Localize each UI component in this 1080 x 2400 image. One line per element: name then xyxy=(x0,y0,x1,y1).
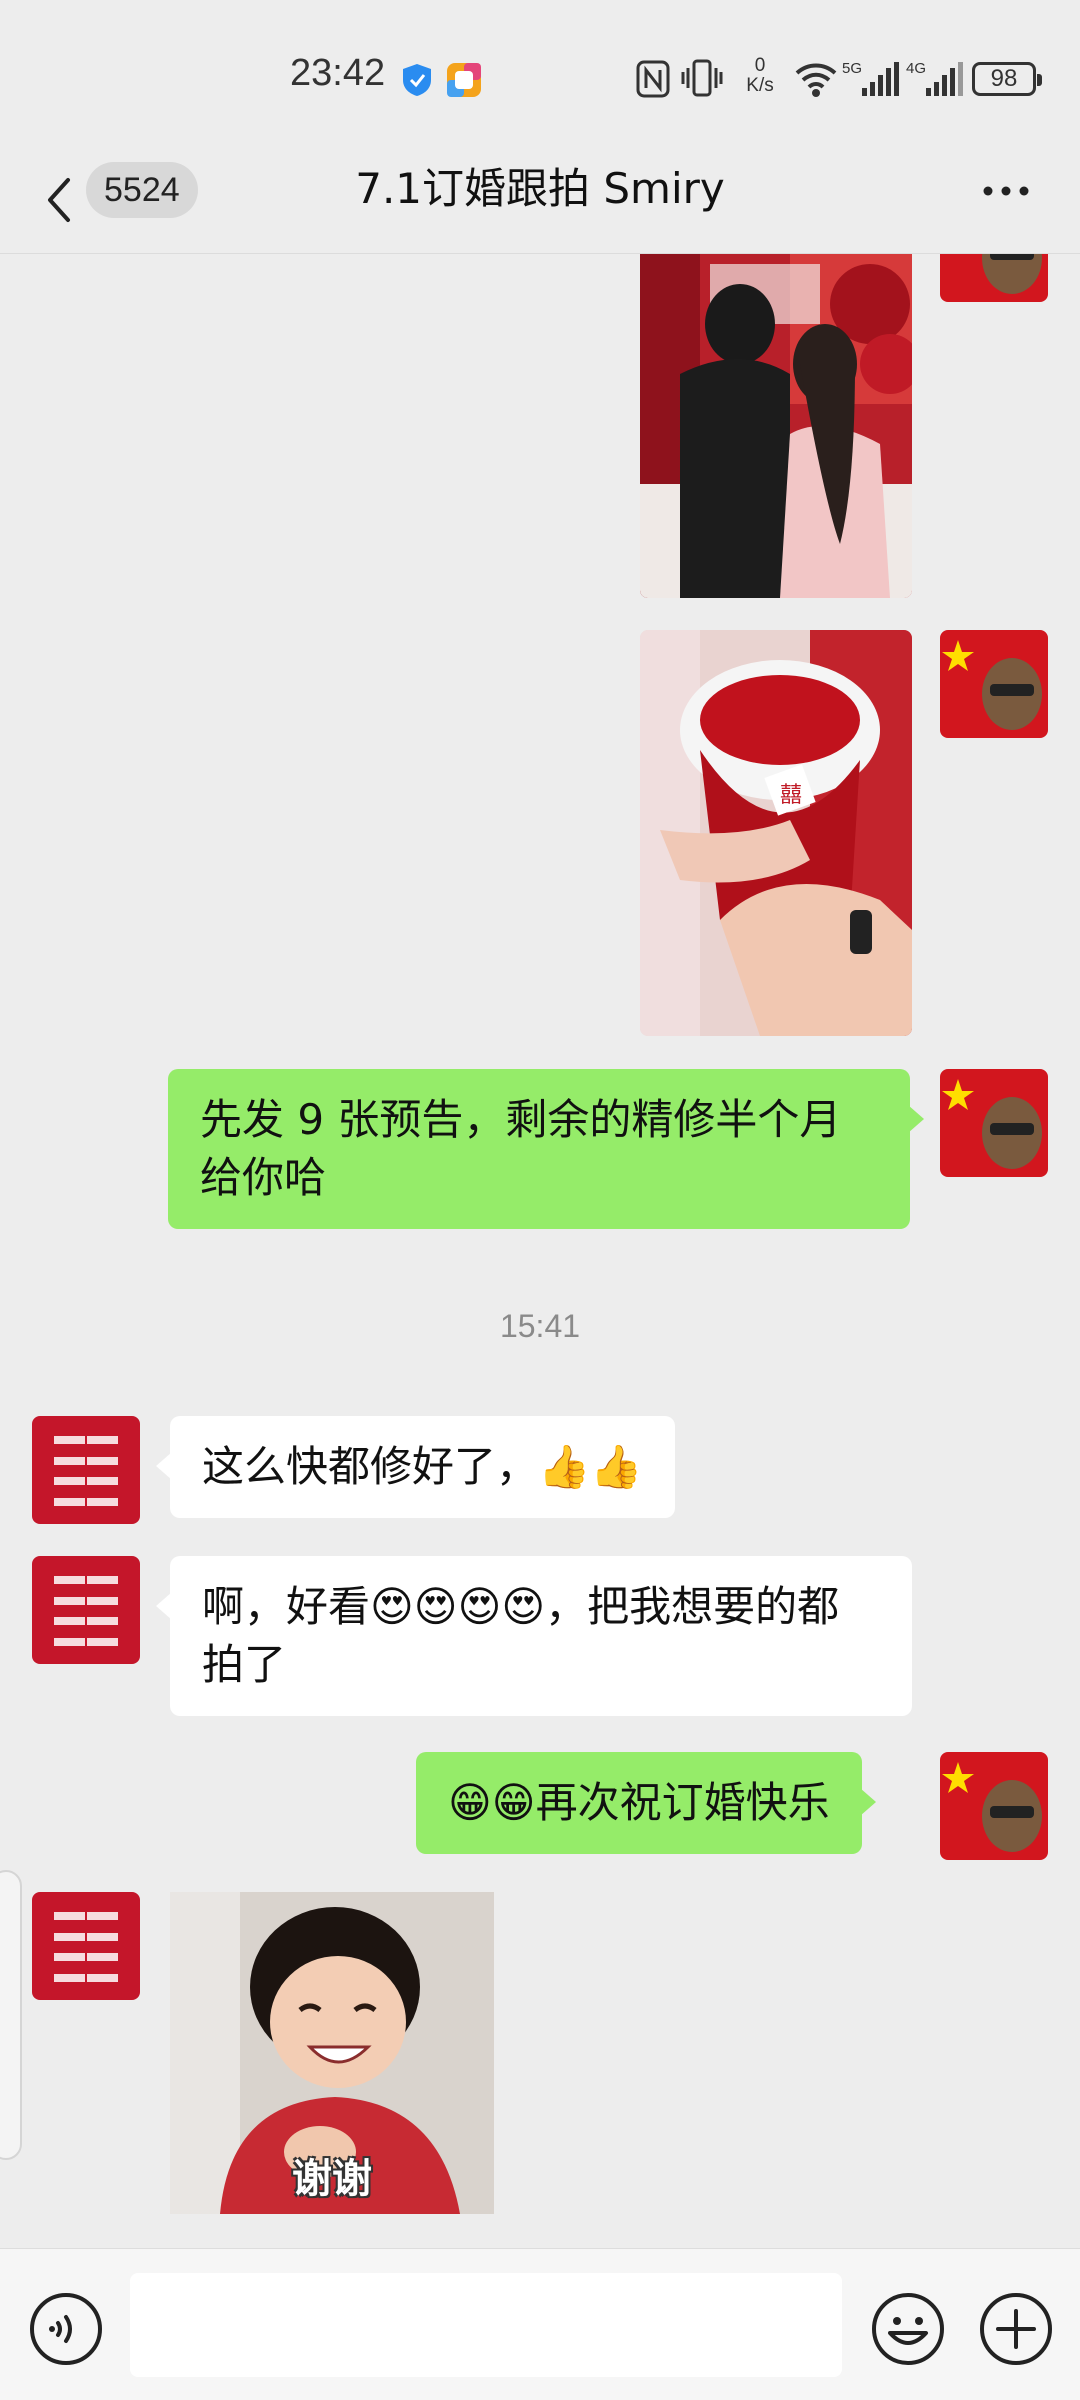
my-message-bubble[interactable]: 😁😁再次祝订婚快乐 xyxy=(416,1752,876,1854)
sticker-thanks[interactable]: 谢谢 xyxy=(170,1892,494,2214)
contact-message-bubble[interactable]: 这么快都修好了，👍👍 xyxy=(156,1416,675,1518)
bouquet-photo-image: 囍 xyxy=(640,630,912,1036)
more-options-icon[interactable] xyxy=(976,166,1036,216)
my-avatar[interactable] xyxy=(940,254,1048,302)
battery-indicator: 98 xyxy=(972,62,1042,96)
contact-avatar[interactable] xyxy=(32,1556,140,1664)
voice-input-icon[interactable] xyxy=(28,2291,104,2367)
emoji-icon[interactable] xyxy=(870,2291,946,2367)
sim2-network-label: 4G xyxy=(906,60,927,77)
message-text: 啊，好看😍😍😍😍，把我想要的都拍了 xyxy=(202,1582,840,1689)
chat-title: 7.1订婚跟拍 Smiry xyxy=(355,164,725,213)
vibrate-icon xyxy=(681,59,723,97)
status-bar: 23:42 0 K/s 5G 4G 98 xyxy=(0,0,1080,150)
network-speed: 0 K/s xyxy=(746,55,774,96)
more-functions-plus-icon[interactable] xyxy=(978,2291,1054,2367)
my-message-bubble[interactable]: 先发 9 张预告，剩余的精修半个月给你哈 xyxy=(168,1069,924,1229)
message-timestamp: 15:41 xyxy=(499,1308,581,1344)
contact-message-bubble[interactable]: 啊，好看😍😍😍😍，把我想要的都拍了 xyxy=(156,1556,912,1716)
sticker-caption: 谢谢 xyxy=(292,2156,372,2202)
wifi-icon xyxy=(795,63,837,97)
my-avatar[interactable] xyxy=(940,1069,1048,1177)
chat-message-list[interactable]: 囍 先发 9 张预告，剩余的精修半个月给你哈 15:41 这么快都修好了，👍👍 xyxy=(0,254,1080,2248)
back-arrow-icon[interactable] xyxy=(38,170,78,230)
message-text: 先发 9 张预告，剩余的精修半个月给你哈 xyxy=(200,1095,842,1202)
message-input-bar xyxy=(0,2248,1080,2400)
sim1-network-label: 5G xyxy=(842,60,863,77)
contact-avatar[interactable] xyxy=(32,1892,140,2000)
signal-icon-sim2 xyxy=(926,62,963,96)
contact-avatar[interactable] xyxy=(32,1416,140,1524)
svg-text:囍: 囍 xyxy=(780,783,802,808)
shield-icon xyxy=(403,64,431,96)
unread-count-badge[interactable]: 5524 xyxy=(86,162,198,218)
my-avatar[interactable] xyxy=(940,1752,1048,1860)
chat-header: 5524 7.1订婚跟拍 Smiry xyxy=(0,150,1080,254)
my-avatar[interactable] xyxy=(940,630,1048,738)
nfc-icon xyxy=(636,60,670,98)
signal-icon-sim1 xyxy=(862,62,899,96)
message-text-input[interactable] xyxy=(130,2273,842,2377)
shared-photo-couple[interactable] xyxy=(640,254,912,598)
status-time: 23:42 xyxy=(290,52,386,94)
floating-side-tab[interactable] xyxy=(0,1870,22,2160)
message-text: 😁😁再次祝订婚快乐 xyxy=(448,1778,830,1827)
couple-photo-image xyxy=(640,254,912,598)
app-notification-icon xyxy=(447,63,481,97)
shared-photo-bouquet[interactable]: 囍 xyxy=(640,630,912,1036)
message-text: 这么快都修好了，👍👍 xyxy=(202,1442,643,1491)
